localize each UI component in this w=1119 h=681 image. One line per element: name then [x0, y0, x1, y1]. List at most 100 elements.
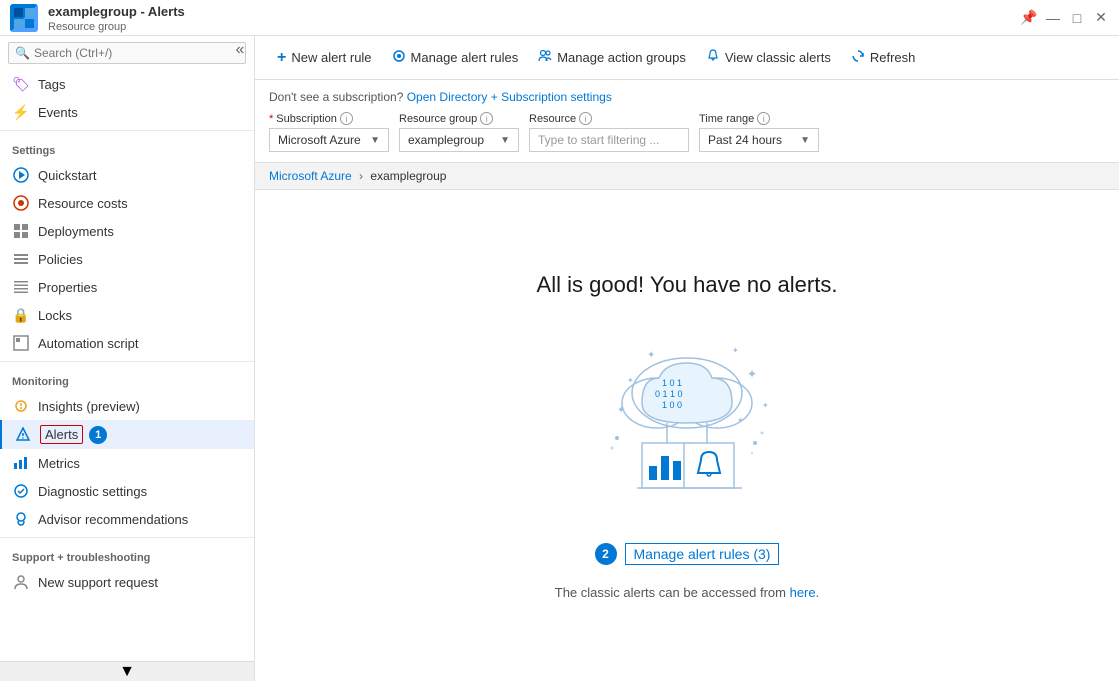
- svg-text:✦: ✦: [762, 401, 769, 410]
- minimize-icon[interactable]: —: [1045, 10, 1061, 26]
- app-logo: [10, 4, 38, 32]
- sidebar-item-automation[interactable]: Automation script: [0, 329, 254, 357]
- resource-label: Resource i: [529, 112, 689, 125]
- classic-alerts-link[interactable]: here.: [790, 585, 820, 600]
- settings-section-header: Settings: [0, 135, 254, 161]
- manage-link-badge: 2: [595, 543, 617, 565]
- plus-icon: +: [277, 49, 286, 67]
- resource-group-chevron-icon: ▼: [500, 135, 510, 146]
- titlebar: examplegroup - Alerts Resource group 📌 —…: [0, 0, 1119, 36]
- sidebar-item-diagnostic[interactable]: Diagnostic settings: [0, 477, 254, 505]
- svg-text:✦: ✦: [647, 350, 655, 361]
- resource-group-filter: Resource group i examplegroup ▼: [399, 112, 519, 152]
- sidebar-item-advisor[interactable]: Advisor recommendations: [0, 505, 254, 533]
- people-icon: [538, 49, 552, 66]
- classic-alerts-notice: The classic alerts can be accessed from …: [555, 585, 819, 600]
- sidebar-item-insights[interactable]: Insights (preview): [0, 392, 254, 420]
- new-alert-rule-button[interactable]: + New alert rule: [267, 43, 382, 73]
- breadcrumb-current: examplegroup: [370, 169, 446, 183]
- subscription-select[interactable]: Microsoft Azure ▼: [269, 128, 389, 152]
- sidebar-item-resource-costs[interactable]: Resource costs: [0, 189, 254, 217]
- resource-filter: Resource i Type to start filtering ...: [529, 112, 689, 152]
- toolbar: + New alert rule Manage alert rules Mana…: [255, 36, 1119, 80]
- policies-icon: [12, 250, 30, 268]
- time-range-info-icon: i: [757, 112, 770, 125]
- maximize-icon[interactable]: □: [1069, 10, 1085, 26]
- metrics-icon: [12, 454, 30, 472]
- breadcrumb: Microsoft Azure › examplegroup: [255, 163, 1119, 190]
- alerts-label-box: Alerts: [40, 425, 83, 444]
- sidebar-item-deployments[interactable]: Deployments: [0, 217, 254, 245]
- svg-text:1 0 0: 1 0 0: [662, 400, 682, 410]
- sidebar-item-alerts[interactable]: Alerts 1: [0, 420, 254, 449]
- resource-input[interactable]: Type to start filtering ...: [529, 128, 689, 152]
- support-section-header: Support + troubleshooting: [0, 542, 254, 568]
- resource-group-info-icon: i: [480, 112, 493, 125]
- sidebar-item-policies[interactable]: Policies: [0, 245, 254, 273]
- sidebar-content: 🏷 Tags ⚡ Events Settings Quickstart Reso…: [0, 70, 254, 681]
- insights-icon: [12, 397, 30, 415]
- sidebar: « 🔍 🏷 Tags ⚡ Events Settings Quickstart: [0, 36, 255, 681]
- svg-text:1 0 1: 1 0 1: [662, 378, 682, 388]
- sidebar-item-quickstart[interactable]: Quickstart: [0, 161, 254, 189]
- deployments-icon: [12, 222, 30, 240]
- content-area: + New alert rule Manage alert rules Mana…: [255, 36, 1119, 681]
- breadcrumb-separator: ›: [359, 169, 363, 183]
- pin-icon[interactable]: 📌: [1021, 10, 1037, 26]
- titlebar-title: examplegroup - Alerts Resource group: [48, 3, 185, 33]
- close-icon[interactable]: ✕: [1093, 10, 1109, 26]
- new-support-icon: [12, 573, 30, 591]
- main-layout: « 🔍 🏷 Tags ⚡ Events Settings Quickstart: [0, 36, 1119, 681]
- sidebar-item-new-support[interactable]: New support request: [0, 568, 254, 596]
- resource-group-label: Resource group i: [399, 112, 519, 125]
- locks-icon: 🔒: [12, 306, 30, 324]
- sidebar-item-events[interactable]: ⚡ Events: [0, 98, 254, 126]
- manage-action-groups-button[interactable]: Manage action groups: [528, 43, 696, 72]
- sidebar-scroll-down[interactable]: ▼: [0, 661, 254, 681]
- breadcrumb-parent[interactable]: Microsoft Azure: [269, 169, 352, 183]
- advisor-icon: [12, 510, 30, 528]
- view-classic-alerts-button[interactable]: View classic alerts: [696, 43, 841, 72]
- time-range-label: Time range i: [699, 112, 819, 125]
- automation-icon: [12, 334, 30, 352]
- resource-group-select[interactable]: examplegroup ▼: [399, 128, 519, 152]
- sidebar-item-properties[interactable]: Properties: [0, 273, 254, 301]
- sidebar-item-locks[interactable]: 🔒 Locks: [0, 301, 254, 329]
- filter-row: * Subscription i Microsoft Azure ▼ Resou…: [269, 112, 1105, 152]
- search-input[interactable]: [34, 46, 239, 60]
- manage-alert-rules-button[interactable]: Manage alert rules: [382, 43, 529, 72]
- subscription-filter: * Subscription i Microsoft Azure ▼: [269, 112, 389, 152]
- gear-list-icon: [392, 49, 406, 66]
- sidebar-item-metrics[interactable]: Metrics: [0, 449, 254, 477]
- subscription-info-icon: i: [340, 112, 353, 125]
- properties-icon: [12, 278, 30, 296]
- refresh-button[interactable]: Refresh: [841, 43, 926, 72]
- manage-alert-rules-row: 2 Manage alert rules (3): [595, 543, 780, 565]
- monitoring-section-header: Monitoring: [0, 366, 254, 392]
- svg-text:✦: ✦: [732, 346, 739, 355]
- svg-text:✦: ✦: [627, 376, 634, 385]
- manage-alert-rules-link[interactable]: Manage alert rules (3): [625, 543, 780, 565]
- diagnostic-icon: [12, 482, 30, 500]
- sidebar-collapse-button[interactable]: «: [230, 40, 250, 60]
- bell-outline-icon: [706, 49, 720, 66]
- subscription-label: * Subscription i: [269, 112, 389, 125]
- resource-costs-icon: [12, 194, 30, 212]
- resource-info-icon: i: [579, 112, 592, 125]
- subscription-notice: Don't see a subscription? Open Directory…: [269, 90, 1105, 104]
- tags-icon: 🏷: [12, 75, 30, 93]
- subscription-chevron-icon: ▼: [370, 135, 380, 146]
- filter-bar: Don't see a subscription? Open Directory…: [255, 80, 1119, 163]
- refresh-icon: [851, 49, 865, 66]
- alerts-icon: [14, 426, 32, 444]
- open-directory-link[interactable]: Open Directory + Subscription settings: [407, 90, 612, 104]
- svg-text:✦: ✦: [747, 367, 757, 381]
- time-range-select[interactable]: Past 24 hours ▼: [699, 128, 819, 152]
- time-range-filter: Time range i Past 24 hours ▼: [699, 112, 819, 152]
- quickstart-icon: [12, 166, 30, 184]
- sidebar-search-box[interactable]: 🔍: [8, 42, 246, 64]
- sidebar-item-tags[interactable]: 🏷 Tags: [0, 70, 254, 98]
- main-content: All is good! You have no alerts. ✦ ✦ ✦ ✦…: [255, 190, 1119, 681]
- empty-illustration: ✦ ✦ ✦ ✦ ✦ ✦ ✦ 1 0 1 0 1 1 0 1 0: [577, 328, 797, 513]
- alerts-badge: 1: [89, 426, 107, 444]
